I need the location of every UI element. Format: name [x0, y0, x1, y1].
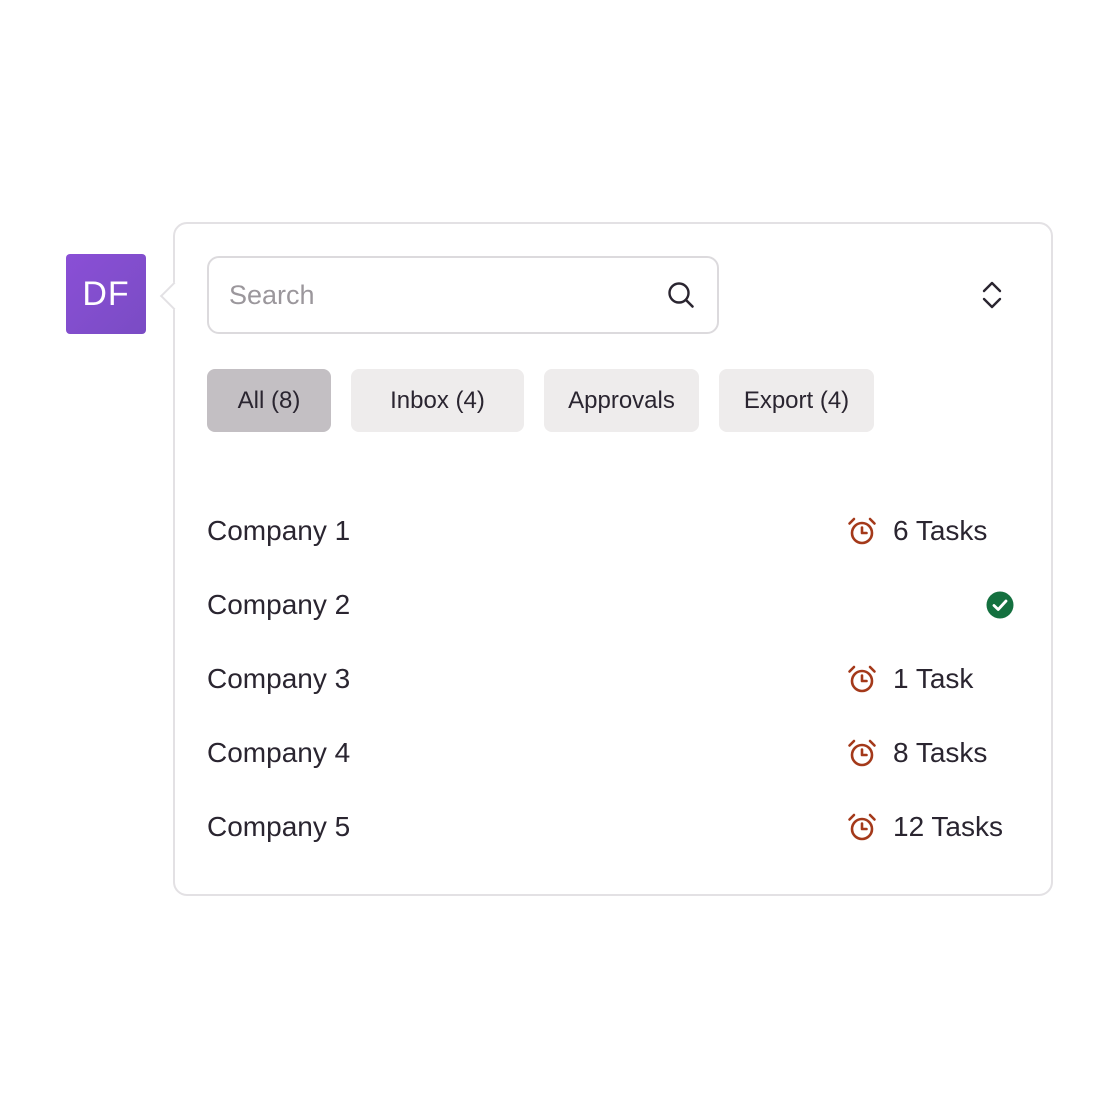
list-item[interactable]: Company 5 12 Tasks — [207, 790, 1015, 864]
alarm-clock-icon — [845, 736, 879, 770]
avatar-initials: DF — [82, 274, 130, 313]
filter-tab-label: Inbox (4) — [390, 386, 485, 414]
company-name: Company 1 — [207, 515, 351, 546]
task-status: 12 Tasks — [845, 790, 1003, 864]
filter-tab-label: All (8) — [237, 386, 301, 414]
task-count: 6 Tasks — [893, 515, 988, 546]
task-count: 12 Tasks — [893, 811, 1003, 842]
filter-tab-inbox[interactable]: Inbox (4) — [351, 369, 524, 432]
company-name: Company 4 — [207, 737, 351, 768]
list-item[interactable]: Company 3 1 Task — [207, 642, 1015, 716]
list-item[interactable]: Company 2 — [207, 568, 1015, 642]
list-item[interactable]: Company 4 8 Tasks — [207, 716, 1015, 790]
filter-tab-approvals[interactable]: Approvals — [544, 369, 699, 432]
filter-tab-label: Approvals — [568, 386, 675, 414]
company-name: Company 5 — [207, 811, 351, 842]
stage: DF All (8) Inbox (4) — [0, 0, 1120, 1120]
search-input[interactable] — [229, 279, 665, 311]
filter-tab-label: Export (4) — [743, 386, 850, 414]
alarm-clock-icon — [845, 662, 879, 696]
alarm-clock-icon — [845, 514, 879, 548]
panel-pointer — [159, 281, 189, 311]
chevron-up-down-icon[interactable] — [975, 278, 1009, 312]
company-list: Company 1 6 Tasks Company 2 Company 3 1 … — [207, 494, 1015, 864]
alarm-clock-icon — [845, 810, 879, 844]
list-item[interactable]: Company 1 6 Tasks — [207, 494, 1015, 568]
filter-tab-export[interactable]: Export (4) — [719, 369, 874, 432]
company-name: Company 3 — [207, 663, 351, 694]
task-count: 8 Tasks — [893, 737, 988, 768]
company-name: Company 2 — [207, 589, 351, 620]
filter-tab-all[interactable]: All (8) — [207, 369, 331, 432]
task-status: 8 Tasks — [845, 716, 987, 790]
task-status: 6 Tasks — [845, 494, 987, 568]
search-box — [207, 256, 719, 334]
search-icon[interactable] — [665, 279, 697, 311]
task-count: 1 Task — [893, 663, 974, 694]
filter-tabs: All (8) Inbox (4) Approvals Export (4) — [207, 369, 874, 432]
check-circle-icon — [986, 591, 1014, 619]
avatar[interactable]: DF — [66, 254, 146, 334]
task-status: 1 Task — [845, 642, 973, 716]
company-picker-panel: All (8) Inbox (4) Approvals Export (4) C… — [159, 222, 1053, 896]
